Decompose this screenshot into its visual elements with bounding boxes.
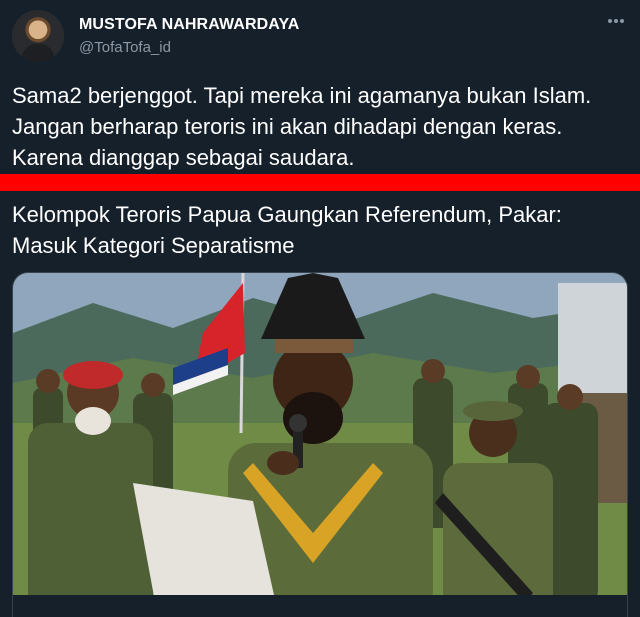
media-footer [13, 595, 627, 617]
tweet-header: MUSTOFA NAHRAWARDAYA @TofaTofa_id [12, 10, 628, 64]
more-dots-icon[interactable] [604, 12, 628, 30]
author-handle[interactable]: @TofaTofa_id [79, 39, 171, 56]
avatar[interactable] [12, 10, 64, 62]
article-image[interactable] [12, 272, 628, 617]
author-name[interactable]: MUSTOFA NAHRAWARDAYA [79, 16, 299, 34]
article-title[interactable]: Kelompok Teroris Papua Gaungkan Referend… [12, 199, 622, 261]
tweet-text: Sama2 berjenggot. Tapi mereka ini agaman… [12, 83, 592, 170]
highlight-line [0, 174, 640, 191]
